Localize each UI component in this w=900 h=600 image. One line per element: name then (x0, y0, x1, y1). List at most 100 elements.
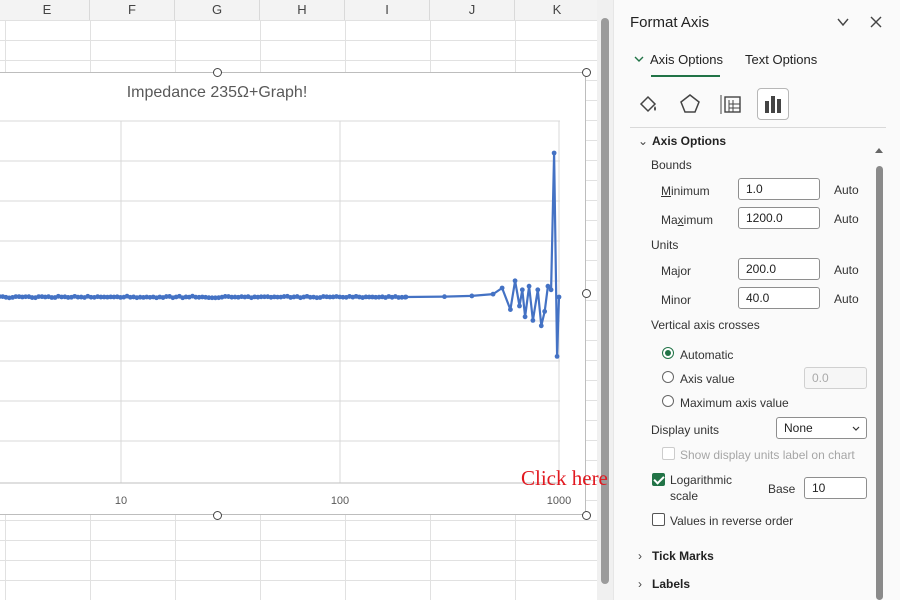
maximum-label: Maximum (661, 213, 714, 227)
show-units-label-checkbox[interactable] (662, 447, 675, 460)
tab-axis-options-label: Axis Options (650, 52, 723, 67)
scroll-up-icon[interactable] (873, 145, 885, 155)
minor-input[interactable]: 40.0 (738, 287, 820, 309)
major-label: Major (661, 264, 692, 278)
section-tick-marks-label: Tick Marks (652, 549, 714, 563)
chart-plot[interactable]: 10 100 1000 (0, 73, 586, 516)
tab-axis-options[interactable]: Axis Options (634, 52, 723, 67)
spreadsheet-area[interactable]: EFGHIJK Impedance 235Ω+Graph! 10 100 1000 (0, 0, 597, 600)
size-properties-icon[interactable] (716, 88, 748, 120)
chart-resize-handle-right[interactable] (582, 289, 591, 298)
radio-maximum-axis-value[interactable] (662, 395, 674, 407)
chevron-down-icon: ⌄ (638, 134, 649, 148)
x-tick-label: 1000 (547, 495, 571, 507)
data-point (442, 294, 447, 300)
format-axis-pane: Format Axis Axis Options Text Options ⌄ A… (613, 0, 900, 600)
data-point (551, 150, 557, 156)
column-header-h[interactable]: H (260, 0, 345, 20)
minimum-input[interactable]: 1.0 (738, 178, 820, 200)
data-point (526, 283, 532, 289)
chart-resize-handle-bottom-right[interactable] (582, 511, 591, 520)
axis-options-icon[interactable] (757, 88, 789, 120)
section-labels[interactable]: › Labels (638, 577, 690, 591)
minor-auto[interactable]: Auto (834, 292, 859, 306)
radio-axis-value-label[interactable]: Axis value (680, 372, 735, 386)
show-units-label-text: Show display units label on chart (680, 448, 855, 462)
data-point (554, 354, 560, 359)
data-point (542, 309, 548, 314)
radio-maximum-axis-value-label[interactable]: Maximum axis value (680, 396, 789, 410)
data-point (548, 287, 554, 293)
column-headers: EFGHIJK (0, 0, 597, 21)
radio-axis-value[interactable] (662, 371, 674, 383)
chart-resize-handle-top[interactable] (213, 68, 222, 77)
reverse-order-checkbox[interactable] (652, 513, 665, 526)
data-point (538, 323, 544, 329)
column-header-k[interactable]: K (515, 0, 597, 20)
display-units-label: Display units (651, 423, 720, 437)
data-point (556, 294, 562, 300)
column-header-i[interactable]: I (345, 0, 430, 20)
column-header-f[interactable]: F (90, 0, 175, 20)
chart-resize-handle-top-right[interactable] (582, 68, 591, 77)
fill-line-icon[interactable] (632, 88, 664, 120)
data-point (545, 283, 551, 289)
data-point (469, 293, 475, 299)
chart-resize-handle-bottom[interactable] (213, 511, 222, 520)
data-point (519, 287, 525, 293)
radio-automatic[interactable] (662, 347, 674, 359)
logarithmic-label-line1: Logarithmic (670, 473, 733, 487)
effects-icon[interactable] (674, 88, 706, 120)
minor-label: Minor (661, 293, 692, 307)
sheet-scrollbar-thumb[interactable] (601, 18, 609, 584)
data-point (512, 278, 518, 284)
section-axis-options-label: Axis Options (652, 134, 727, 148)
data-point (535, 287, 541, 293)
radio-automatic-label[interactable]: Automatic (680, 348, 733, 362)
minimum-label: Minimum (661, 184, 710, 198)
maximum-input[interactable]: 1200.0 (738, 207, 820, 229)
logarithmic-label-line2: scale (670, 489, 699, 503)
display-units-select[interactable]: None (776, 417, 867, 439)
base-label: Base (768, 482, 796, 496)
chevron-right-icon: › (638, 577, 642, 591)
data-point (508, 307, 513, 312)
data-series-line (0, 151, 561, 358)
maximum-auto[interactable]: Auto (834, 212, 859, 226)
major-auto[interactable]: Auto (834, 263, 859, 277)
chevron-down-icon (852, 426, 860, 431)
chart-object[interactable]: Impedance 235Ω+Graph! 10 100 1000 (0, 72, 586, 515)
base-input[interactable]: 10 (804, 477, 867, 499)
data-point (490, 291, 496, 297)
major-input[interactable]: 200.0 (738, 258, 820, 280)
logarithmic-scale-checkbox[interactable] (652, 473, 665, 486)
vertical-axis-crosses-label: Vertical axis crosses (651, 318, 760, 332)
close-icon[interactable] (869, 15, 883, 32)
minimum-auto[interactable]: Auto (834, 183, 859, 197)
chevron-down-icon (634, 56, 644, 62)
pane-scrollbar-thumb[interactable] (876, 166, 883, 600)
column-header-e[interactable]: E (5, 0, 90, 20)
data-point (403, 294, 409, 300)
active-tab-indicator (651, 75, 720, 77)
column-header-j[interactable]: J (430, 0, 515, 20)
pane-title: Format Axis (630, 14, 710, 31)
reverse-order-label[interactable]: Values in reverse order (670, 514, 793, 528)
x-tick-label: 100 (331, 495, 349, 507)
section-labels-label: Labels (652, 577, 691, 591)
column-header-g[interactable]: G (175, 0, 260, 20)
display-units-value: None (784, 421, 813, 435)
data-point (522, 314, 528, 320)
data-point (499, 285, 505, 291)
units-label: Units (651, 238, 679, 252)
annotation-click-here: Click here (521, 466, 608, 490)
section-tick-marks[interactable]: › Tick Marks (638, 549, 714, 563)
tab-text-options[interactable]: Text Options (745, 52, 817, 67)
x-tick-label: 10 (115, 495, 127, 507)
logarithmic-scale-label[interactable]: Logarithmic scale (670, 473, 732, 503)
data-point (530, 318, 536, 323)
chevron-right-icon: › (638, 549, 642, 563)
pane-options-chevron-icon[interactable] (836, 15, 850, 32)
axis-value-input[interactable]: 0.0 (804, 367, 867, 389)
section-axis-options[interactable]: ⌄ Axis Options (638, 134, 726, 148)
